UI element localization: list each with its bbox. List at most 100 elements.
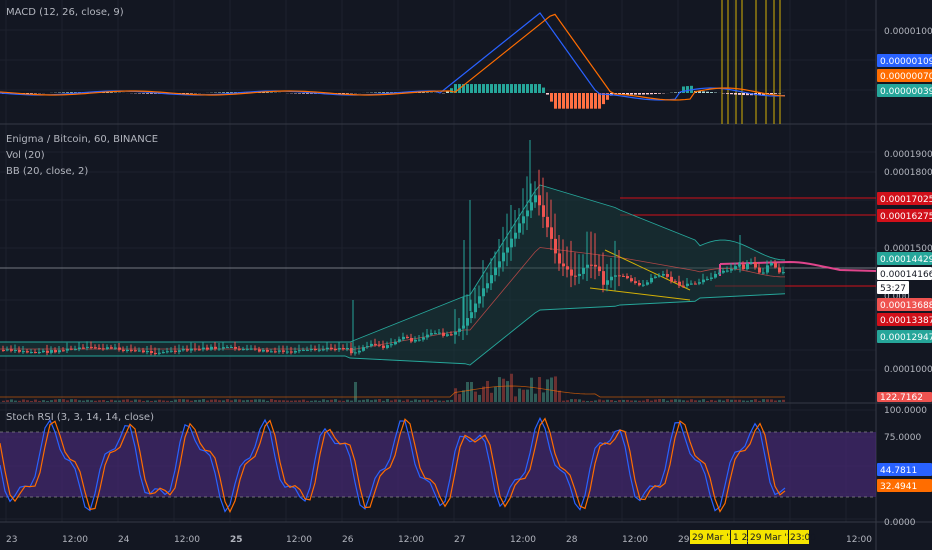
candle-body: [754, 262, 757, 268]
volume-bar: [454, 388, 457, 402]
volume-bar: [642, 400, 645, 402]
candle-body: [310, 349, 313, 351]
candle-body: [598, 266, 601, 272]
volume-bar: [638, 400, 641, 402]
volume-bar: [218, 400, 221, 402]
candle-body: [578, 273, 581, 277]
candle-body: [158, 352, 161, 354]
macd-histogram-bar: [494, 84, 497, 93]
candle-body: [362, 347, 365, 351]
macd-histogram-bar: [546, 93, 549, 95]
volume-bar: [382, 400, 385, 402]
volume-bar: [606, 399, 609, 402]
volume-bar: [430, 400, 433, 402]
volume-bar: [626, 399, 629, 402]
candle-body: [226, 347, 229, 349]
candle-body: [42, 350, 45, 353]
candle-body: [406, 336, 409, 338]
macd-histogram-bar: [590, 93, 593, 109]
macd-histogram-bar: [638, 93, 641, 95]
candle-body: [74, 349, 77, 351]
candle-body: [666, 274, 669, 277]
svg-text:122.7162: 122.7162: [880, 393, 923, 403]
volume-bar: [758, 400, 761, 402]
price-badge-17025[interactable]: 0.00017025: [877, 192, 932, 205]
candle-body: [550, 227, 553, 239]
candle-body: [134, 350, 137, 352]
macd-badge-orange[interactable]: 0.00000070: [877, 69, 932, 82]
volume-bar: [282, 400, 285, 402]
macd-title[interactable]: MACD (12, 26, close, 9): [6, 7, 124, 18]
volume-bar: [342, 400, 345, 402]
volume-bar: [482, 386, 485, 402]
chart-canvas[interactable]: MACD (12, 26, close, 9) Enigma / Bitcoin…: [0, 0, 932, 550]
price-badge-13387[interactable]: 0.00013387: [877, 313, 932, 326]
volume-bar: [534, 393, 537, 402]
macd-badge-blue[interactable]: 0.00000109: [877, 54, 932, 67]
candle-body: [670, 276, 673, 282]
volume-bar: [494, 386, 497, 402]
candle-body: [306, 349, 309, 351]
rsi-badge-d[interactable]: 32.4941: [877, 479, 932, 492]
volume-bar: [258, 399, 261, 402]
candle-body: [150, 351, 153, 353]
macd-histogram-bar: [574, 93, 577, 109]
volume-bar: [426, 399, 429, 402]
candle-body: [78, 347, 81, 350]
legend-volume[interactable]: Vol (20): [6, 150, 45, 161]
volume-bar: [234, 399, 237, 402]
volume-bar: [738, 399, 741, 402]
volume-bar: [110, 399, 113, 402]
volume-bar: [686, 400, 689, 402]
volume-bar: [590, 400, 593, 402]
volume-bar: [222, 400, 225, 402]
volume-bar: [114, 400, 117, 402]
volume-bar: [46, 400, 49, 402]
volume-bar: [150, 400, 153, 402]
tradingview-chart[interactable]: MACD (12, 26, close, 9) Enigma / Bitcoin…: [0, 0, 932, 550]
macd-histogram-bar: [486, 84, 489, 93]
candle-body: [518, 223, 521, 233]
candle-body: [398, 339, 401, 342]
price-badge-current[interactable]: 0.00014166: [877, 267, 932, 280]
candle-body: [338, 348, 341, 350]
candle-body: [334, 349, 337, 351]
candle-body: [758, 267, 761, 273]
candle-body: [502, 252, 505, 262]
volume-bar: [446, 400, 449, 402]
stochrsi-title[interactable]: Stoch RSI (3, 3, 14, 14, close): [6, 412, 154, 423]
candle-body: [602, 271, 605, 285]
rsi-badge-k[interactable]: 44.7811: [877, 463, 932, 476]
candle-body: [250, 348, 253, 350]
macd-histogram-bar: [470, 84, 473, 93]
macd-histogram-bar: [266, 92, 269, 93]
candle-body: [426, 334, 429, 338]
symbol-title[interactable]: Enigma / Bitcoin, 60, BINANCE: [6, 134, 158, 145]
volume-badge[interactable]: 122.7162: [877, 392, 932, 403]
volume-bar: [594, 400, 597, 402]
candle-body: [322, 349, 325, 351]
macd-histogram-bar: [654, 93, 657, 94]
time-axis-label: 26: [342, 535, 354, 545]
volume-bar: [506, 381, 509, 402]
candle-body: [54, 350, 57, 353]
time-axis-label: 12:00: [622, 535, 648, 545]
price-badge-12947[interactable]: 0.00012947: [877, 330, 932, 343]
price-badge-13688[interactable]: 0.00013688: [877, 298, 932, 311]
svg-text:1 2: 1 2: [733, 533, 747, 543]
volume-bar: [466, 382, 469, 402]
legend-bb[interactable]: BB (20, close, 2): [6, 166, 88, 177]
volume-bar: [130, 400, 133, 402]
volume-bar: [610, 400, 613, 402]
macd-badge-green[interactable]: 0.00000039: [877, 84, 932, 97]
price-badge-14429[interactable]: 0.00014429: [877, 252, 932, 265]
candle-body: [210, 346, 213, 350]
candle-body: [274, 351, 277, 353]
macd-histogram-bar: [466, 84, 469, 93]
candle-body: [434, 333, 437, 335]
volume-bar: [170, 400, 173, 402]
candle-body: [522, 216, 525, 224]
candle-body: [178, 350, 181, 352]
candle-body: [590, 264, 593, 266]
price-badge-16275[interactable]: 0.00016275: [877, 209, 932, 222]
